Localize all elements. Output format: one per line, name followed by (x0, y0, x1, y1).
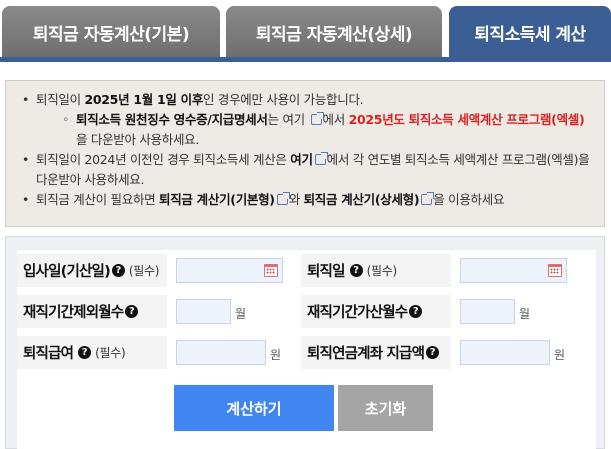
added-months-label: 재직기간가산월수? (301, 295, 451, 328)
program-download-link[interactable]: 2025년도 퇴직소득 세액계산 프로그램(엑셀) (349, 112, 585, 127)
won-unit: 원 (270, 348, 282, 362)
tab-severance-basic[interactable]: 퇴직금 자동계산(기본) (2, 6, 220, 58)
help-icon[interactable]: ? (78, 346, 92, 359)
external-link-icon[interactable] (276, 192, 290, 205)
severance-label: 퇴직급여? (필수) (17, 336, 167, 369)
pension-input[interactable] (460, 340, 550, 365)
notice-item-eligibility: 퇴직일이 2025년 1월 1일 이후인 경우에만 사용이 가능합니다. (20, 90, 594, 110)
help-icon[interactable]: ? (125, 305, 139, 318)
month-unit: 월 (235, 307, 247, 321)
tab-retirement-income-tax[interactable]: 퇴직소득세 계산 (449, 6, 611, 58)
tab-bar: 퇴직금 자동계산(기본) 퇴직금 자동계산(상세) 퇴직소득세 계산 (0, 0, 611, 62)
retire-date-label: 퇴직일? (필수) (301, 254, 451, 287)
added-months-input[interactable] (460, 299, 515, 324)
notice-item-prior-years: 퇴직일이 2024년 이전인 경우 퇴직소득세 계산은 여기에서 각 연도별 퇴… (20, 150, 594, 190)
notice-item-receipt: 퇴직소득 원천징수 영수증/지급명세서는 여기 에서 2025년도 퇴직소득 세… (20, 110, 594, 150)
notice-date: 2025년 1월 1일 이후 (84, 92, 204, 107)
won-unit: 원 (554, 348, 566, 362)
calendar-icon[interactable] (264, 264, 278, 277)
basic-calculator-link[interactable]: 퇴직금 계산기(기본형) (159, 192, 275, 207)
prior-years-link[interactable]: 여기 (290, 152, 313, 167)
severance-input[interactable] (176, 340, 266, 365)
help-icon[interactable]: ? (426, 346, 440, 359)
excluded-months-input[interactable] (176, 299, 231, 324)
month-unit: 월 (519, 307, 531, 321)
help-icon[interactable]: ? (409, 305, 423, 318)
tab-severance-detail[interactable]: 퇴직금 자동계산(상세) (226, 6, 442, 58)
notice-item-calculators: 퇴직금 계산이 필요하면 퇴직금 계산기(기본형)와 퇴직금 계산기(상세형)을… (20, 190, 594, 210)
external-link-icon[interactable] (310, 112, 324, 125)
calculate-button[interactable]: 계산하기 (174, 385, 334, 431)
help-icon[interactable]: ? (111, 264, 125, 277)
external-link-icon[interactable] (421, 192, 435, 205)
notice-box: 퇴직일이 2025년 1월 1일 이후인 경우에만 사용이 가능합니다. 퇴직소… (5, 80, 605, 227)
excluded-months-label: 재직기간제외월수? (17, 295, 167, 328)
reset-button[interactable]: 초기화 (338, 385, 433, 431)
help-icon[interactable]: ? (349, 264, 363, 277)
tab-underline (0, 57, 611, 62)
hire-date-label: 입사일(기산일)? (필수) (17, 254, 167, 287)
external-link-icon[interactable] (314, 152, 328, 165)
pension-label: 퇴직연금계좌 지급액? (301, 336, 451, 369)
detail-calculator-link[interactable]: 퇴직금 계산기(상세형) (304, 192, 420, 207)
calendar-icon[interactable] (548, 264, 562, 277)
